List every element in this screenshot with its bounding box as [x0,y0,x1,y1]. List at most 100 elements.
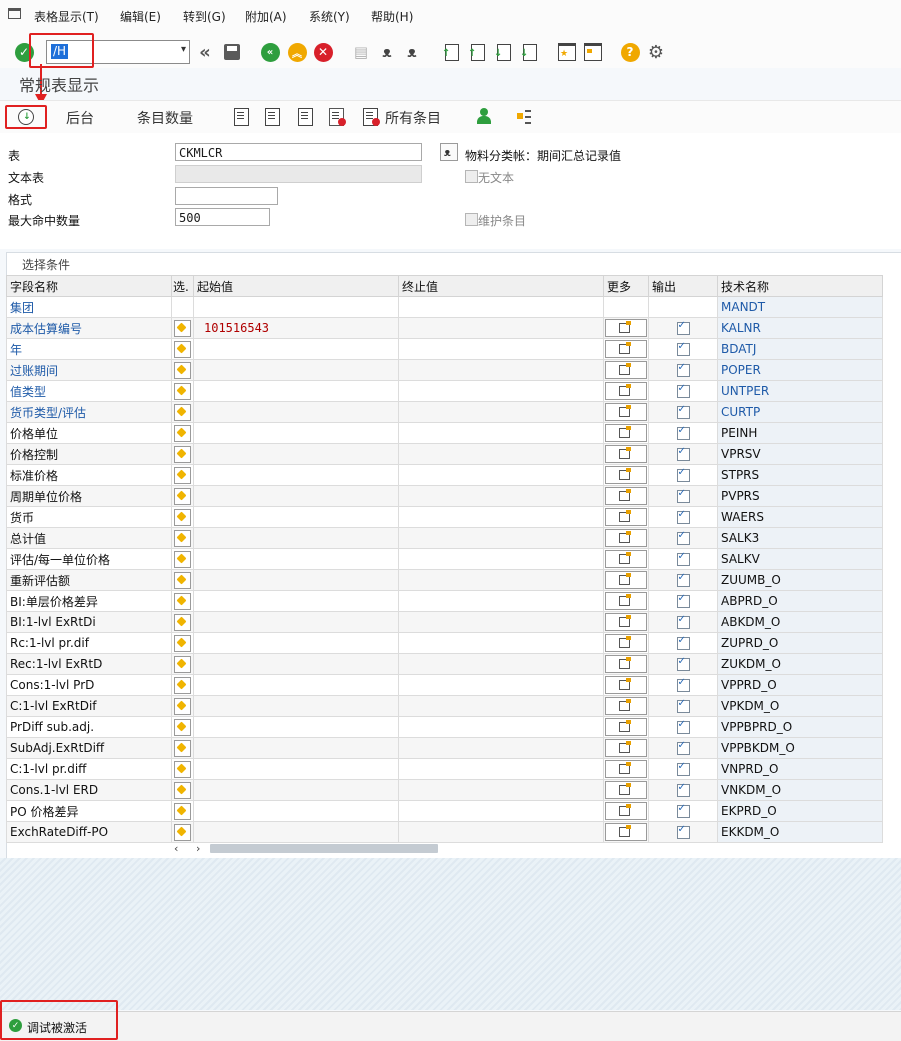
option-cell[interactable] [171,359,194,381]
output-checkbox[interactable] [676,824,690,839]
to-value-input[interactable] [398,653,604,675]
to-value-input[interactable] [398,590,604,612]
select-option-icon[interactable] [174,403,191,421]
multiple-selection-icon[interactable] [605,466,647,484]
select-option-icon[interactable] [174,571,191,589]
select-option-icon[interactable] [174,676,191,694]
option-cell[interactable] [171,800,194,822]
to-value-input[interactable] [398,695,604,717]
to-value-input[interactable] [398,338,604,360]
output-checkbox[interactable] [676,341,690,356]
from-value-input[interactable]: 101516543 [193,317,399,339]
option-cell[interactable] [171,380,194,402]
output-checkbox[interactable] [676,656,690,671]
from-value-input[interactable] [193,527,399,549]
select-option-icon[interactable] [174,739,191,757]
from-value-input[interactable] [193,632,399,654]
select-option-icon[interactable] [174,529,191,547]
from-value-input[interactable] [193,800,399,822]
from-value-input[interactable] [193,464,399,486]
exit-icon[interactable]: ︽ [287,42,307,62]
option-cell[interactable] [171,821,194,843]
output-checkbox[interactable] [676,614,690,629]
select-option-icon[interactable] [174,634,191,652]
multiple-selection-icon[interactable] [605,676,647,694]
select-option-icon[interactable] [174,823,191,841]
first-page-icon[interactable]: ↑ [442,42,462,62]
option-cell[interactable] [171,779,194,801]
option-cell[interactable] [171,401,194,423]
previous-page-icon[interactable]: ↑ [468,42,488,62]
from-value-input[interactable] [193,443,399,465]
select-option-icon[interactable] [174,445,191,463]
from-value-input[interactable] [193,485,399,507]
multiple-selection-icon[interactable] [605,823,647,841]
output-checkbox[interactable] [676,362,690,377]
option-cell[interactable] [171,611,194,633]
output-checkbox[interactable] [676,425,690,440]
print-icon[interactable]: ▤ [351,42,371,62]
format-field[interactable] [175,187,278,205]
from-value-input[interactable] [193,569,399,591]
output-checkbox[interactable] [676,719,690,734]
to-value-input[interactable] [398,506,604,528]
user-settings-icon[interactable] [476,108,492,124]
help-icon[interactable]: ? [620,42,640,62]
multiple-selection-icon[interactable] [605,571,647,589]
menu-edit[interactable]: 编辑(E) [120,8,161,25]
output-checkbox[interactable] [676,467,690,482]
output-checkbox[interactable] [676,551,690,566]
to-value-input[interactable] [398,317,604,339]
multiple-selection-icon[interactable] [605,655,647,673]
document-arrow-icon[interactable] [234,108,249,126]
scroll-right-icon[interactable]: › [196,842,200,855]
last-page-icon[interactable]: ↓ [520,42,540,62]
output-checkbox[interactable] [676,572,690,587]
to-value-input[interactable] [398,632,604,654]
from-value-input[interactable] [193,359,399,381]
select-option-icon[interactable] [174,466,191,484]
multiple-selection-icon[interactable] [605,403,647,421]
from-value-input[interactable] [193,548,399,570]
shortcut-icon[interactable] [583,42,603,62]
multiple-selection-icon[interactable] [605,550,647,568]
option-cell[interactable] [171,674,194,696]
multiple-selection-icon[interactable] [605,781,647,799]
to-value-input[interactable] [398,548,604,570]
output-checkbox[interactable] [676,404,690,419]
next-page-icon[interactable]: ↓ [494,42,514,62]
select-option-icon[interactable] [174,718,191,736]
multiple-selection-icon[interactable] [605,445,647,463]
option-cell[interactable] [171,527,194,549]
option-cell[interactable] [171,338,194,360]
table-info-button[interactable]: ᴥ [440,143,458,161]
multiple-selection-icon[interactable] [605,529,647,547]
option-cell[interactable] [171,443,194,465]
to-value-input[interactable] [398,485,604,507]
multiple-selection-icon[interactable] [605,382,647,400]
multiple-selection-icon[interactable] [605,487,647,505]
document-list-icon[interactable] [298,108,313,126]
select-option-icon[interactable] [174,508,191,526]
multiple-selection-icon[interactable] [605,592,647,610]
to-value-input[interactable] [398,737,604,759]
option-cell[interactable] [171,758,194,780]
from-value-input[interactable] [193,653,399,675]
from-value-input[interactable] [193,716,399,738]
max-hits-field[interactable]: 500 [175,208,270,226]
scroll-thumb[interactable] [210,844,438,853]
multiple-selection-icon[interactable] [605,361,647,379]
select-option-icon[interactable] [174,802,191,820]
to-value-input[interactable] [398,779,604,801]
menu-system[interactable]: 系统(Y) [309,8,350,25]
to-value-input[interactable] [398,527,604,549]
output-checkbox[interactable] [676,677,690,692]
option-cell[interactable] [171,422,194,444]
gear-icon[interactable]: ⚙ [646,42,666,63]
select-option-icon[interactable] [174,592,191,610]
to-value-input[interactable] [398,716,604,738]
to-value-input[interactable] [398,569,604,591]
select-option-icon[interactable] [174,424,191,442]
to-value-input[interactable] [398,422,604,444]
scroll-left-icon[interactable]: ‹ [174,842,178,855]
